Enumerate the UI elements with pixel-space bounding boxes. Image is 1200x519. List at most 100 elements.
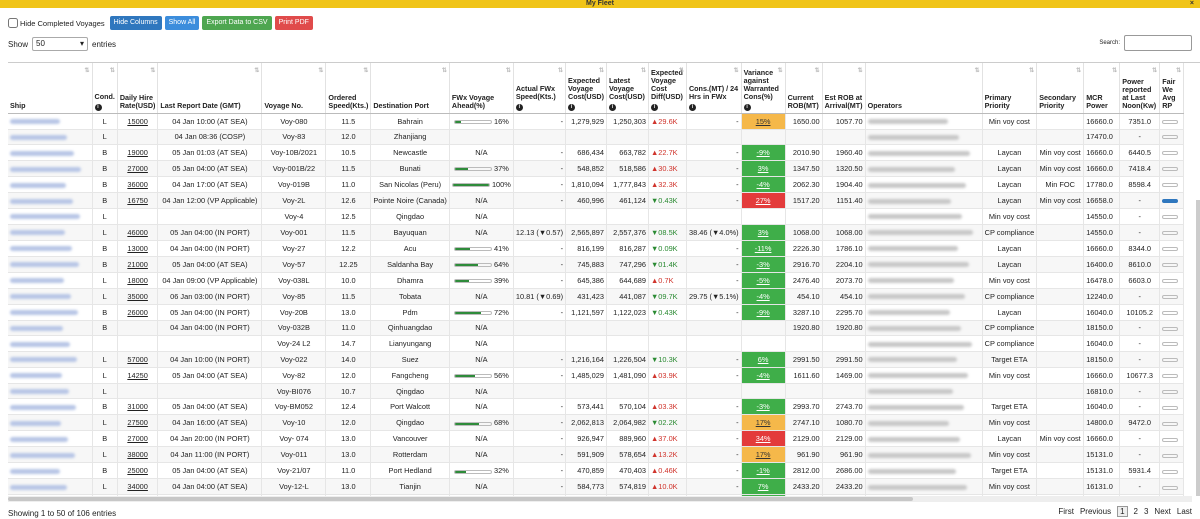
sort-icon[interactable]: ⇅ xyxy=(975,67,980,75)
table-row[interactable]: L 46000 05 Jan 04:00 (IN PORT) Voy-001 11.5 B… xyxy=(8,224,1185,241)
info-icon[interactable]: i xyxy=(94,103,102,111)
sort-icon[interactable]: ⇅ xyxy=(1176,67,1181,75)
table-row[interactable]: B 25000 05 Jan 04:00 (AT SEA) Voy-21/07 11.0… xyxy=(8,462,1185,480)
page-3-link[interactable]: 3 xyxy=(1144,507,1148,516)
redacted-ship-name[interactable] xyxy=(10,453,75,459)
table-row[interactable]: L 38000 04 Jan 11:00 (IN PORT) Voy-011 13.0 R… xyxy=(8,446,1185,464)
variance-badge[interactable]: 3% xyxy=(741,161,785,176)
column-header[interactable]: Fair We Avg RP ⇅ xyxy=(1159,63,1185,114)
column-header[interactable]: Est ROB at Arrival(MT) ⇅ xyxy=(822,63,866,114)
redacted-ship-name[interactable] xyxy=(10,150,74,156)
hire-rate-link[interactable]: 31000 xyxy=(127,402,148,411)
column-header[interactable]: Expected Voyage Cost(USD) i ⇅ xyxy=(565,63,607,114)
table-row[interactable]: B 27000 05 Jan 04:00 (AT SEA) Voy-001B/22 11… xyxy=(8,160,1185,178)
last-page-link[interactable]: Last xyxy=(1177,507,1192,516)
table-row[interactable]: L 34000 04 Jan 04:00 (AT SEA) Voy-12-L 13.0 T… xyxy=(8,478,1185,496)
print-pdf-button[interactable]: Print PDF xyxy=(274,16,313,30)
sort-icon[interactable]: ⇅ xyxy=(318,67,323,75)
column-header[interactable]: Variance against Warranted Cons(%) i ⇅ xyxy=(741,63,786,114)
column-header[interactable]: Cond. i ⇅ xyxy=(92,63,118,114)
hire-rate-link[interactable]: 27000 xyxy=(127,434,148,443)
variance-badge[interactable]: -3% xyxy=(741,399,785,414)
sort-icon[interactable]: ⇅ xyxy=(150,67,155,75)
hire-rate-link[interactable]: 46000 xyxy=(127,228,148,237)
table-row[interactable]: L 04 Jan 08:36 (COSP) Voy-83 12.0 Zhanjiang 1… xyxy=(8,129,1185,146)
ship-cell[interactable] xyxy=(8,208,93,225)
hire-rate-link[interactable]: 27000 xyxy=(127,164,148,173)
hire-rate-link[interactable]: 27500 xyxy=(127,418,148,427)
hire-rate-link[interactable]: 26000 xyxy=(127,308,148,317)
sort-icon[interactable]: ⇅ xyxy=(858,67,863,75)
redacted-ship-name[interactable] xyxy=(10,182,66,188)
ship-cell[interactable] xyxy=(8,144,93,162)
variance-badge[interactable]: -9% xyxy=(741,145,785,160)
hire-rate-link[interactable]: 35000 xyxy=(127,292,148,301)
column-header[interactable]: Destination Port ⇅ xyxy=(370,63,450,114)
hide-completed-checkbox[interactable] xyxy=(8,18,18,28)
column-header[interactable]: Last Report Date (GMT) ⇅ xyxy=(157,63,263,114)
column-header[interactable]: Current ROB(MT) ⇅ xyxy=(785,63,823,114)
ship-cell[interactable] xyxy=(8,367,93,384)
table-row[interactable]: B 36000 04 Jan 17:00 (AT SEA) Voy-019B 11.0 S… xyxy=(8,176,1185,194)
hire-rate-link[interactable]: 16750 xyxy=(127,196,148,205)
redacted-ship-name[interactable] xyxy=(10,214,80,220)
redacted-ship-name[interactable] xyxy=(10,166,81,172)
redacted-ship-name[interactable] xyxy=(10,357,77,363)
table-row[interactable]: L 27500 04 Jan 16:00 (AT SEA) Voy-10 12.0 Qin… xyxy=(8,414,1185,432)
variance-badge[interactable]: -9% xyxy=(741,304,785,320)
variance-badge[interactable]: 17% xyxy=(741,415,785,430)
table-row[interactable]: L 15000 04 Jan 10:00 (AT SEA) Voy-080 11.5 Ba… xyxy=(8,113,1185,130)
redacted-ship-name[interactable] xyxy=(10,262,79,268)
column-header[interactable]: Power reported at Last Noon(Kw) ⇅ xyxy=(1119,63,1161,114)
hire-rate-link[interactable]: 34000 xyxy=(127,482,148,491)
info-icon[interactable]: i xyxy=(608,103,616,111)
sort-icon[interactable]: ⇅ xyxy=(1076,67,1081,75)
sort-icon[interactable]: ⇅ xyxy=(679,67,684,75)
entries-select[interactable]: 50 ▾ xyxy=(32,37,89,51)
table-row[interactable]: B 27000 04 Jan 20:00 (IN PORT) Voy- 074 13.0… xyxy=(8,430,1185,448)
ship-cell[interactable] xyxy=(8,224,93,241)
sort-icon[interactable]: ⇅ xyxy=(254,67,259,75)
ship-cell[interactable] xyxy=(8,320,93,337)
sort-icon[interactable]: ⇅ xyxy=(778,67,783,75)
redacted-ship-name[interactable] xyxy=(10,246,72,252)
table-row[interactable]: L Voy-4 12.5 Qingdao N/A Min voy cost 14550.0 - xyxy=(8,208,1185,225)
column-header[interactable]: MCR Power ⇅ xyxy=(1083,63,1121,114)
variance-badge[interactable]: -11% xyxy=(741,240,785,256)
variance-badge[interactable]: -3% xyxy=(741,256,785,272)
ship-cell[interactable] xyxy=(8,288,93,305)
ship-cell[interactable] xyxy=(8,478,93,496)
redacted-ship-name[interactable] xyxy=(10,119,60,125)
info-icon[interactable]: i xyxy=(515,103,523,111)
hire-rate-link[interactable]: 15000 xyxy=(127,117,148,126)
ship-cell[interactable] xyxy=(8,335,93,352)
redacted-ship-name[interactable] xyxy=(10,294,71,300)
redacted-ship-name[interactable] xyxy=(10,485,67,491)
info-icon[interactable]: i xyxy=(568,103,576,111)
hire-rate-link[interactable]: 21000 xyxy=(127,260,148,269)
hire-rate-link[interactable]: 19000 xyxy=(127,148,148,157)
table-row[interactable]: L 14250 05 Jan 04:00 (AT SEA) Voy-82 12.0 Fan… xyxy=(8,367,1185,384)
hire-rate-link[interactable]: 25000 xyxy=(127,466,148,475)
column-header[interactable]: Secondary Priority ⇅ xyxy=(1036,63,1085,114)
close-icon[interactable]: × xyxy=(1190,0,1194,8)
vertical-scrollbar[interactable] xyxy=(1196,200,1200,496)
sort-icon[interactable]: ⇅ xyxy=(558,67,563,75)
ship-cell[interactable] xyxy=(8,129,93,146)
sort-icon[interactable]: ⇅ xyxy=(1152,67,1157,75)
redacted-ship-name[interactable] xyxy=(10,230,65,236)
variance-badge[interactable]: 15% xyxy=(741,113,785,128)
page-2-link[interactable]: 2 xyxy=(1134,507,1138,516)
sort-icon[interactable]: ⇅ xyxy=(506,67,511,75)
redacted-ship-name[interactable] xyxy=(10,134,67,140)
ship-cell[interactable] xyxy=(8,113,93,130)
sort-icon[interactable]: ⇅ xyxy=(84,67,89,75)
show-all-button[interactable]: Show All xyxy=(164,16,200,30)
ship-cell[interactable] xyxy=(8,256,93,273)
table-row[interactable]: B 26000 05 Jan 04:00 (IN PORT) Voy-20B 13.0 P… xyxy=(8,304,1185,321)
column-header[interactable]: Daily Hire Rate(USD) ⇅ xyxy=(117,63,159,114)
column-header[interactable]: Expected Voyage Cost Diff(USD) i ⇅ xyxy=(648,63,687,114)
redacted-ship-name[interactable] xyxy=(10,389,69,395)
variance-badge[interactable]: 27% xyxy=(741,193,785,208)
sort-icon[interactable]: ⇅ xyxy=(363,67,368,75)
